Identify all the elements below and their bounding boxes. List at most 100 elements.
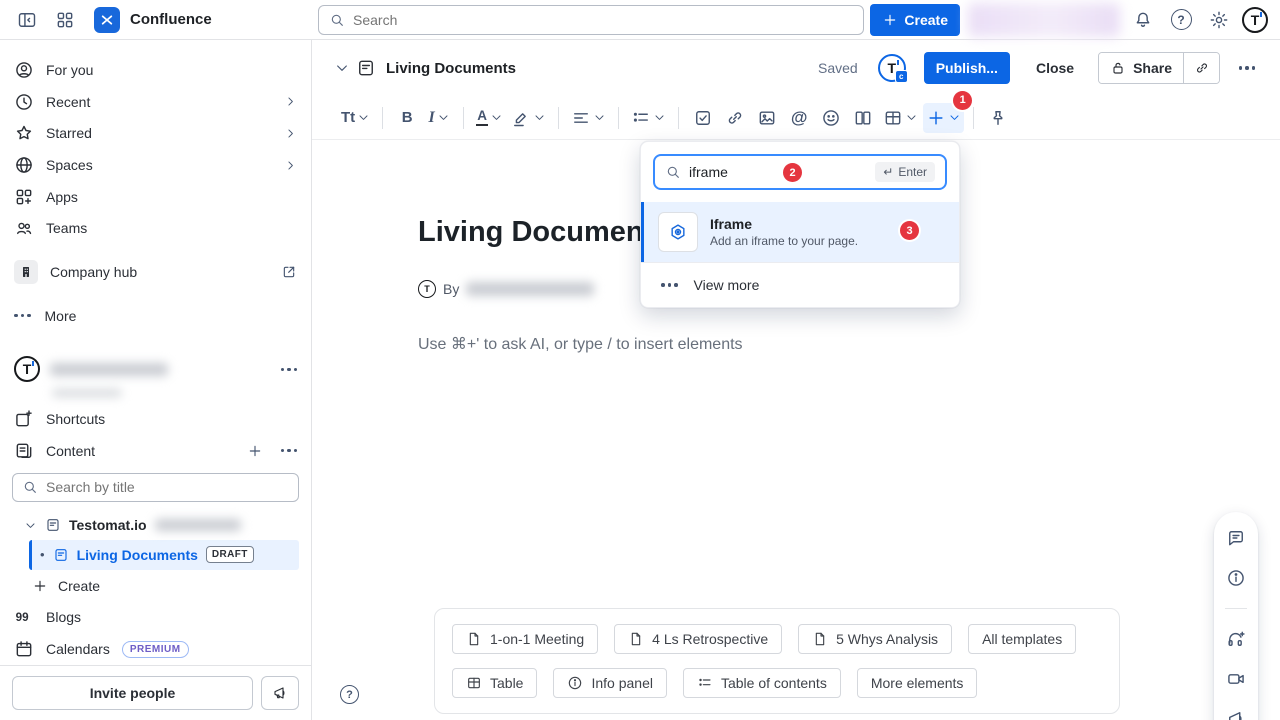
annotation-badge-1: 1 — [953, 91, 972, 110]
publish-button[interactable]: Publish... — [924, 52, 1010, 84]
italic-button[interactable]: I — [424, 103, 454, 133]
app-switcher-button[interactable] — [50, 5, 80, 35]
copy-link-button[interactable] — [1183, 53, 1219, 83]
pin-toolbar-button[interactable] — [983, 103, 1013, 133]
template-4ls-retrospective[interactable]: 4 Ls Retrospective — [614, 624, 782, 654]
sidebar-item-blogs[interactable]: 99 Blogs — [0, 602, 311, 634]
template-5-whys-analysis[interactable]: 5 Whys Analysis — [798, 624, 952, 654]
template-1on1-meeting[interactable]: 1-on-1 Meeting — [452, 624, 598, 654]
sidebar-search[interactable] — [12, 473, 299, 503]
bold-button[interactable]: B — [392, 103, 422, 133]
announcements-button[interactable] — [1226, 709, 1246, 720]
video-button[interactable] — [1226, 669, 1246, 689]
insert-search-input[interactable] — [689, 164, 779, 180]
sidebar-item-calendars[interactable]: Calendars PREMIUM — [0, 633, 311, 665]
invite-people-button[interactable]: Invite people — [12, 676, 253, 710]
document-title[interactable]: Living Documents — [418, 216, 669, 249]
add-content-icon[interactable] — [247, 443, 263, 459]
sidebar-item-starred[interactable]: Starred — [0, 117, 311, 149]
tree-item-current-page[interactable]: • Living Documents DRAFT — [29, 540, 299, 570]
author-avatar: T — [418, 280, 436, 298]
tree-item-root[interactable]: Testomat.io — [0, 510, 311, 540]
sidebar-item-spaces[interactable]: Spaces — [0, 149, 311, 181]
sidebar-item-teams[interactable]: Teams — [0, 213, 311, 245]
highlight-button[interactable] — [508, 103, 549, 133]
emoji-icon — [821, 108, 841, 128]
table-button[interactable] — [880, 103, 921, 133]
sidebar-item-recent[interactable]: Recent — [0, 86, 311, 118]
search-by-title-input[interactable] — [46, 479, 289, 495]
chevron-down-icon — [437, 111, 450, 124]
settings-button[interactable] — [1204, 5, 1234, 35]
insert-image-button[interactable] — [752, 103, 782, 133]
sidebar-item-company-hub[interactable]: Company hub — [0, 256, 311, 288]
blurred-space-subtitle — [52, 389, 122, 397]
insert-toc-button[interactable]: Table of contents — [683, 668, 841, 698]
sidebar-item-for-you[interactable]: For you — [0, 54, 311, 86]
search-icon — [22, 479, 38, 495]
sidebar-item-more[interactable]: More — [0, 300, 311, 332]
comments-button[interactable] — [1226, 528, 1246, 548]
text-styles-button[interactable]: Tt — [338, 103, 373, 133]
breadcrumb-page-title[interactable]: Living Documents — [386, 60, 516, 77]
highlighter-icon — [511, 108, 531, 128]
help-icon: ? — [340, 685, 359, 704]
sidebar-create-page[interactable]: Create — [0, 570, 311, 602]
star-icon — [14, 123, 34, 143]
collapse-sidebar-button[interactable] — [12, 5, 42, 35]
collaborator-avatar[interactable]: T c — [878, 54, 906, 82]
emoji-button[interactable] — [816, 103, 846, 133]
page-icon — [356, 58, 376, 78]
annotation-badge-3: 3 — [900, 221, 919, 240]
lists-button[interactable] — [628, 103, 669, 133]
insert-info-panel-button[interactable]: Info panel — [553, 668, 667, 698]
gear-icon — [1209, 10, 1229, 30]
sidebar-item-shortcuts[interactable]: Shortcuts — [0, 403, 311, 435]
shortcuts-icon — [14, 409, 34, 429]
alignment-button[interactable] — [568, 103, 609, 133]
details-button[interactable] — [1226, 568, 1246, 588]
task-list-button[interactable] — [688, 103, 718, 133]
view-more-item[interactable]: View more — [641, 263, 959, 307]
share-button[interactable]: Share — [1099, 53, 1183, 83]
editor-help-button[interactable]: ? — [340, 685, 359, 704]
create-button[interactable]: Create — [870, 4, 960, 36]
share-group: Share — [1098, 52, 1220, 84]
global-search[interactable] — [318, 5, 864, 35]
sidebar-item-apps[interactable]: Apps — [0, 181, 311, 213]
all-templates-button[interactable]: All templates — [968, 624, 1076, 654]
text-color-button[interactable]: A — [473, 103, 506, 133]
bell-icon — [1133, 10, 1153, 30]
insert-link-button[interactable] — [720, 103, 750, 133]
calendar-icon — [14, 639, 34, 659]
confluence-logo-icon — [99, 12, 115, 28]
content-more-icon[interactable] — [281, 449, 298, 453]
page-header: Living Documents Saved T c Publish... Cl… — [312, 40, 1280, 96]
audio-button[interactable] — [1226, 629, 1246, 649]
notifications-button[interactable] — [1128, 5, 1158, 35]
bullet-list-icon — [631, 108, 651, 128]
layouts-button[interactable] — [848, 103, 878, 133]
user-avatar[interactable]: T — [1242, 7, 1268, 33]
sidebar-item-content[interactable]: Content — [0, 435, 311, 467]
help-button[interactable]: ? — [1166, 5, 1196, 35]
mention-button[interactable]: @ — [784, 103, 814, 133]
feedback-button[interactable] — [261, 676, 299, 710]
confluence-logo[interactable] — [94, 7, 120, 33]
sidebar-footer: Invite people — [0, 665, 311, 720]
annotation-badge-2: 2 — [783, 163, 802, 182]
blurred-root-suffix — [155, 519, 241, 531]
insert-result-iframe[interactable]: Iframe Add an iframe to your page. 3 — [641, 202, 959, 262]
editor-placeholder[interactable]: Use ⌘+' to ask AI, or type / to insert e… — [418, 334, 743, 354]
space-header[interactable]: T — [0, 352, 311, 388]
insert-search[interactable]: 2 ↵ Enter — [653, 154, 947, 190]
more-actions-button[interactable] — [1232, 53, 1262, 83]
chevron-down-icon[interactable] — [334, 60, 350, 76]
insert-elements-button[interactable]: 1 — [923, 103, 964, 133]
headphones-plus-icon — [1226, 629, 1246, 649]
close-button[interactable]: Close — [1026, 52, 1084, 84]
insert-table-button[interactable]: Table — [452, 668, 537, 698]
global-search-input[interactable] — [353, 12, 853, 28]
more-elements-button[interactable]: More elements — [857, 668, 978, 698]
space-more-icon[interactable] — [281, 368, 298, 372]
